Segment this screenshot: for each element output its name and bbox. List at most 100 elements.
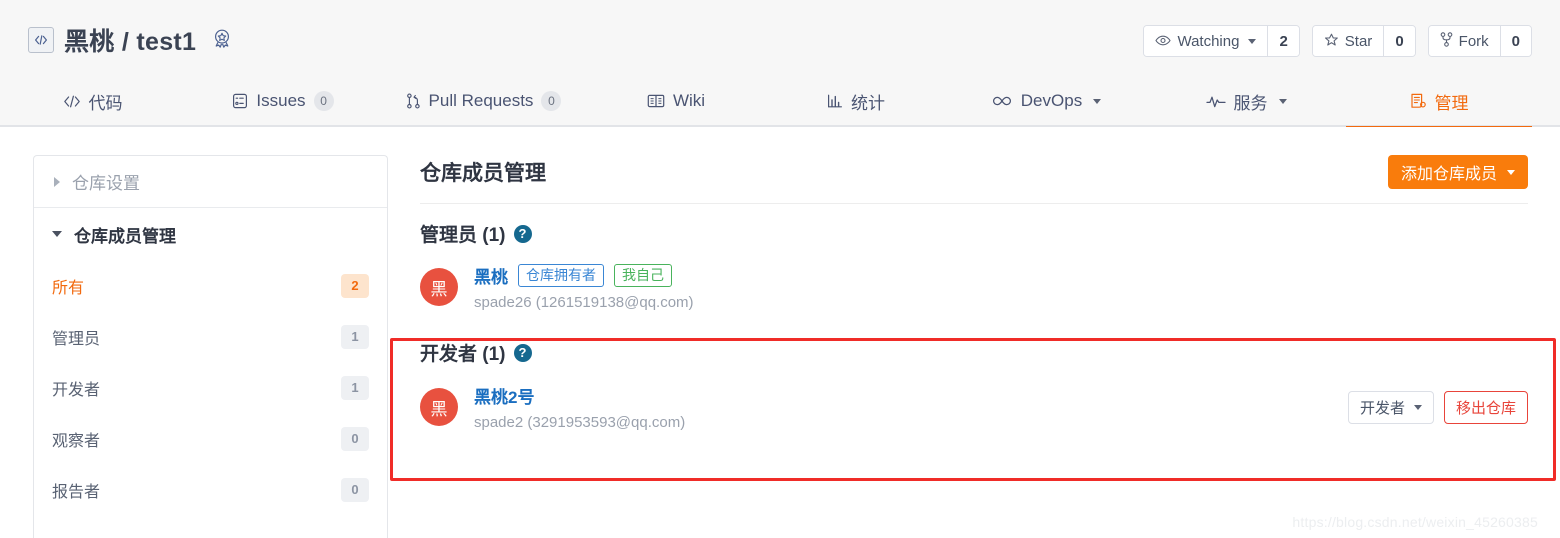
remove-member-button[interactable]: 移出仓库: [1443, 390, 1528, 424]
header-actions: Watching 2 Star 0 Fork 0: [1143, 25, 1532, 57]
chevron-down-icon: [1413, 404, 1422, 410]
issues-icon: [232, 93, 248, 109]
sidebar-item-admin[interactable]: 管理员 1: [34, 311, 387, 362]
question-mark-icon[interactable]: ?: [513, 343, 532, 362]
star-button[interactable]: Star: [1312, 26, 1384, 56]
sidebar-item-label: 所有: [52, 279, 85, 297]
sidebar-item-count: 1: [341, 375, 369, 400]
member-name[interactable]: 黑桃2号: [474, 383, 534, 408]
sidebar-item-all[interactable]: 所有 2: [34, 260, 387, 311]
star-button-group: Star 0: [1311, 25, 1416, 57]
settings-list-icon: [1410, 93, 1427, 109]
sidebar-item-count: 2: [341, 273, 369, 298]
question-mark-icon[interactable]: ?: [513, 224, 532, 243]
pull-requests-count: 0: [541, 91, 562, 111]
member-name-line: 黑桃 仓库拥有者 我自己: [474, 263, 1528, 288]
tab-devops[interactable]: DevOps: [946, 75, 1146, 127]
tab-management[interactable]: 管理: [1346, 75, 1532, 129]
tab-pull-requests[interactable]: Pull Requests 0: [381, 75, 586, 127]
tab-label: Issues: [256, 91, 306, 110]
watching-count[interactable]: 2: [1267, 26, 1299, 56]
remove-member-label: 移出仓库: [1455, 399, 1516, 417]
top-header: 黑桃 / test1 Watching 2 Star 0 Fork 0: [0, 0, 1560, 75]
fork-button[interactable]: Fork: [1428, 26, 1500, 56]
watermark: https://blog.csdn.net/weixin_45260385: [1292, 514, 1538, 530]
star-count[interactable]: 0: [1383, 26, 1415, 56]
add-member-label: 添加仓库成员: [1400, 166, 1497, 183]
repo-member-management-page: 黑桃 / test1 Watching 2 Star 0 Fork 0 代码 I…: [0, 0, 1560, 538]
infinity-icon: [991, 95, 1013, 107]
watching-label: Watching: [1177, 32, 1240, 50]
main-panel: 仓库成员管理 添加仓库成员 管理员 (1) ? 黑 黑桃 仓库拥有者 我自己 s…: [420, 155, 1560, 431]
status-badge-owner: 仓库拥有者: [518, 263, 604, 288]
code-brackets-icon: [28, 27, 54, 53]
main-title: 仓库成员管理: [420, 162, 546, 185]
repo-owner[interactable]: 黑桃: [64, 28, 115, 56]
chevron-down-icon: [1248, 38, 1257, 44]
group-title-developer: 开发者 (1) ?: [420, 339, 1560, 366]
issues-count: 0: [313, 91, 334, 111]
chart-bar-icon: [827, 94, 843, 108]
table-row: 黑 黑桃 仓库拥有者 我自己 spade26 (1261519138@qq.co…: [420, 263, 1560, 311]
member-info: 黑桃2号 spade2 (3291953593@qq.com): [474, 383, 1348, 431]
fork-count[interactable]: 0: [1499, 26, 1531, 56]
watching-button-group: Watching 2: [1143, 25, 1300, 57]
tab-label: Pull Requests: [428, 91, 534, 110]
sidebar-item-reporter[interactable]: 报告者 0: [34, 464, 387, 515]
member-info: 黑桃 仓库拥有者 我自己 spade26 (1261519138@qq.com): [474, 263, 1528, 311]
group-title-label: 开发者 (1): [420, 344, 506, 365]
group-title-admin: 管理员 (1) ?: [420, 220, 1560, 247]
member-account: spade2 (3291953593@qq.com): [474, 414, 686, 431]
sidebar-item-developer[interactable]: 开发者 1: [34, 362, 387, 413]
sidebar-item-count: 0: [341, 426, 369, 451]
tab-wiki[interactable]: Wiki: [586, 75, 766, 127]
code-icon: [63, 95, 81, 108]
fork-button-group: Fork 0: [1427, 25, 1532, 57]
tab-label: 服务: [1233, 93, 1268, 113]
tab-statistics[interactable]: 统计: [766, 75, 946, 127]
member-name[interactable]: 黑桃: [474, 263, 508, 288]
row-actions: 开发者 移出仓库: [1347, 390, 1528, 424]
tab-label: Wiki: [672, 91, 706, 110]
avatar[interactable]: 黑: [420, 268, 458, 306]
sidebar-section-member-management[interactable]: 仓库成员管理: [34, 208, 387, 260]
fork-icon: [1440, 32, 1453, 50]
sidebar-section-repo-settings[interactable]: 仓库设置: [34, 156, 387, 208]
wiki-book-icon: [647, 94, 665, 108]
eye-icon: [1155, 33, 1172, 49]
add-member-button[interactable]: 添加仓库成员: [1387, 155, 1528, 189]
star-icon: [1324, 33, 1339, 50]
tab-label: DevOps: [1020, 91, 1083, 110]
watching-button[interactable]: Watching: [1144, 26, 1268, 56]
breadcrumb: 黑桃 / test1: [28, 22, 236, 58]
tab-label: 统计: [851, 93, 885, 113]
tab-label: 代码: [88, 93, 123, 113]
award-ribbon-icon: [210, 27, 236, 53]
sidebar-item-observer[interactable]: 观察者 0: [34, 413, 387, 464]
sidebar-section-label: 仓库设置: [72, 174, 140, 193]
group-title-label: 管理员 (1): [420, 225, 506, 246]
pull-request-icon: [406, 93, 421, 109]
tab-issues[interactable]: Issues 0: [185, 75, 381, 127]
title-divider: [420, 203, 1528, 204]
fork-label: Fork: [1458, 32, 1489, 50]
sidebar-item-count: 0: [341, 477, 369, 502]
avatar[interactable]: 黑: [420, 388, 458, 426]
table-row: 黑 黑桃2号 spade2 (3291953593@qq.com) 开发者 移出…: [420, 383, 1560, 431]
sidebar-item-count: 1: [341, 324, 369, 349]
tab-code[interactable]: 代码: [0, 75, 185, 127]
role-select-button[interactable]: 开发者: [1347, 390, 1434, 424]
chevron-right-icon: [54, 176, 60, 187]
page-body: 仓库设置 仓库成员管理 所有 2 管理员 1 开发者 1 观察者 0 报告者 0…: [0, 127, 1560, 538]
sidebar-item-label: 报告者: [52, 483, 101, 501]
chevron-down-icon: [1278, 98, 1287, 104]
sidebar-section-label: 仓库成员管理: [74, 226, 176, 246]
tab-services[interactable]: 服务: [1146, 75, 1346, 127]
status-badge-self: 我自己: [614, 263, 672, 288]
pulse-icon: [1205, 95, 1226, 108]
repo-name[interactable]: test1: [136, 28, 196, 56]
star-label: Star: [1344, 32, 1373, 50]
role-select-label: 开发者: [1359, 399, 1405, 417]
main-title-row: 仓库成员管理 添加仓库成员: [420, 155, 1560, 189]
member-name-line: 黑桃2号: [474, 383, 1348, 408]
